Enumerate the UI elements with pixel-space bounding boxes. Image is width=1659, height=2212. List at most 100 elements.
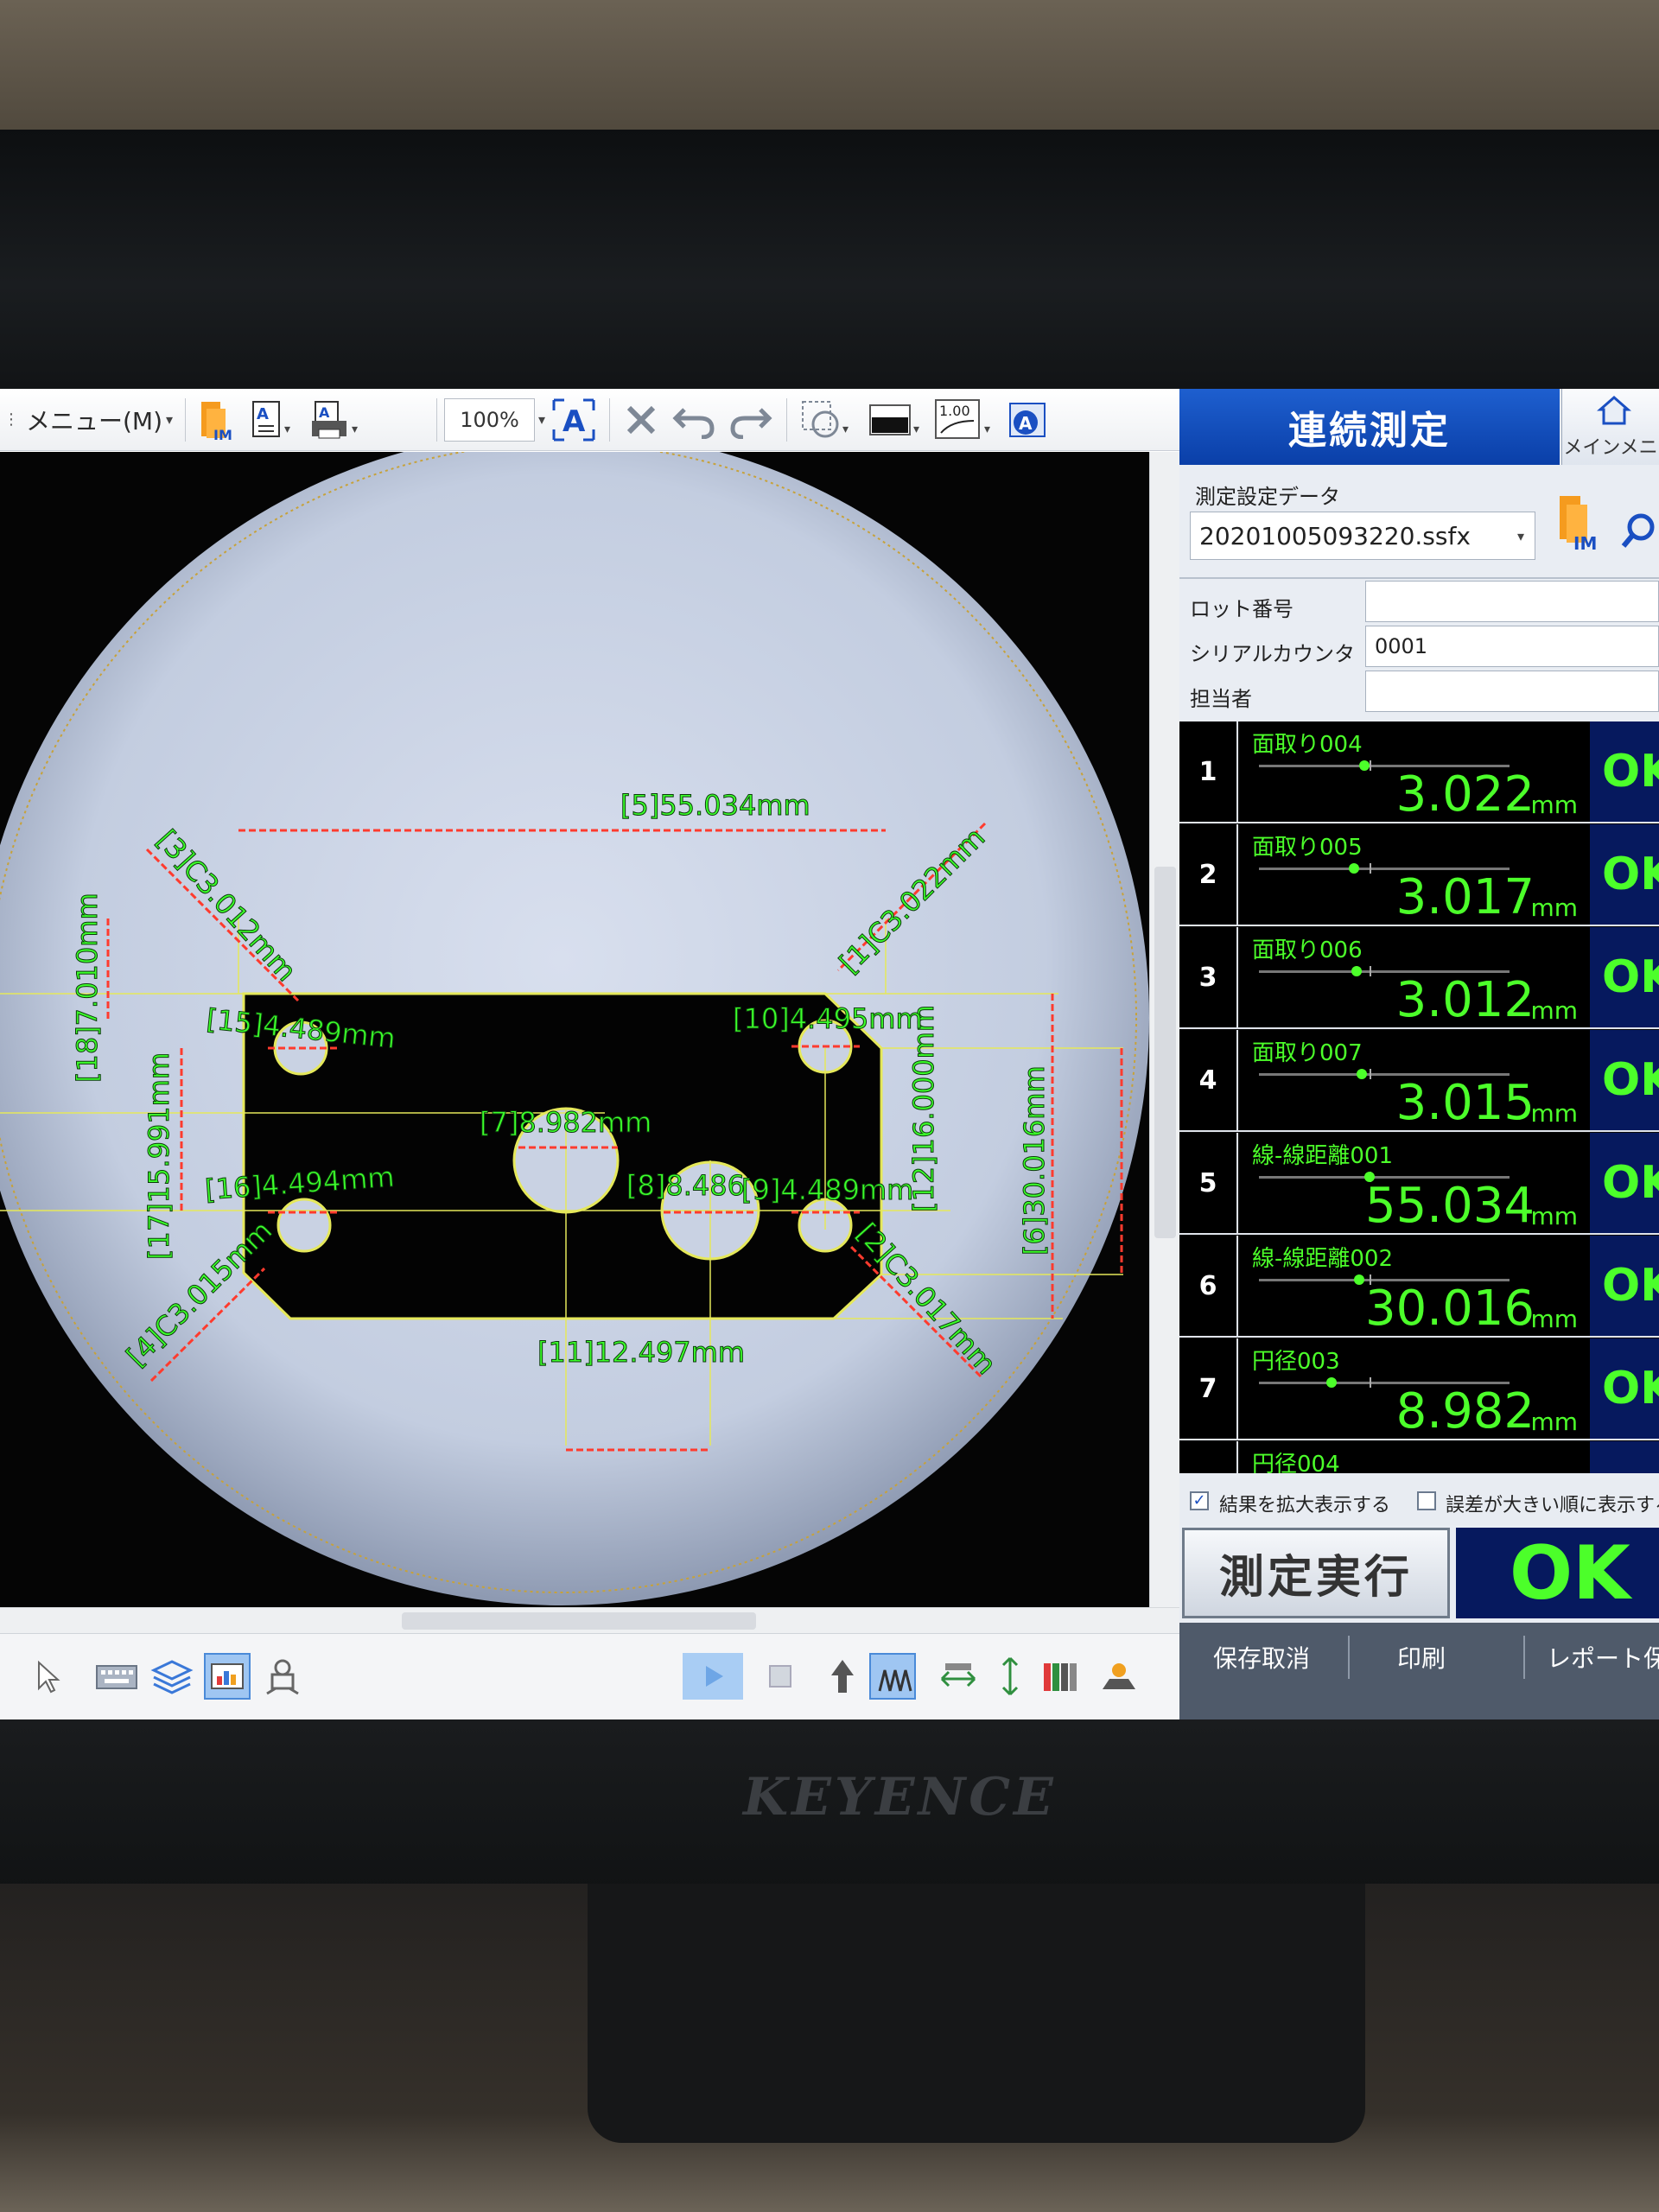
result-name: 面取り004 [1252,732,1363,758]
result-judgement: OK [1590,824,1659,925]
cancel-save-label: 保存取消 [1212,1644,1310,1673]
main-menu-button[interactable]: メインメニ [1561,389,1659,465]
label-18: [18]7.010mm [71,893,104,1083]
run-measurement-button[interactable]: 測定実行 [1182,1528,1450,1618]
chevron-down-icon: ▾ [1516,527,1524,544]
enlarge-results-label: 結果を拡大表示する [1219,1495,1391,1516]
results-list[interactable]: 1 面取り004 3.022 mm OK 2 面取り005 3.017 mm OK 3 面取り006 3… [1179,721,1659,1473]
result-body: 円径004 [1240,1441,1590,1473]
result-name: 円径004 [1252,1452,1340,1473]
result-body: 面取り006 3.012 mm [1240,927,1590,1028]
result-row[interactable]: 3 面取り006 3.012 mm OK [1179,927,1659,1029]
horizontal-scrollbar[interactable] [0,1607,1179,1633]
enlarge-results-checkbox[interactable]: ✓ [1190,1491,1209,1510]
result-value: 3.015 [1395,1075,1535,1131]
zoom-level-field[interactable]: 100% [444,397,536,442]
tool-settings-button[interactable] [259,1653,306,1700]
operator-field[interactable] [1365,671,1659,712]
monitor-bezel-top [0,130,1659,389]
undo-icon [672,407,715,439]
delete-button[interactable] [622,396,660,444]
undo-button[interactable] [671,396,717,444]
menu-button[interactable]: ⋮ メニュー(M) ▾ [3,396,173,444]
result-row[interactable]: 2 面取り005 3.017 mm OK [1179,824,1659,926]
keyboard-button[interactable] [93,1653,140,1700]
image-view-button[interactable] [204,1653,251,1700]
zoom-dropdown-icon[interactable]: ▾ [538,411,545,428]
open-im-button[interactable]: IM [198,396,238,444]
print-button[interactable]: 印刷 [1352,1623,1491,1692]
tolerance-center-tick [1370,1069,1371,1079]
stop-button[interactable] [757,1653,804,1700]
result-row[interactable]: 1 面取り004 3.022 mm OK [1179,721,1659,823]
vertical-scrollbar[interactable] [1149,452,1179,1614]
vertical-measure-button[interactable] [987,1653,1033,1700]
search-settings-button[interactable] [1620,510,1659,556]
vertical-scroll-thumb[interactable] [1154,867,1176,1238]
settings-file-select[interactable]: 20201005093220.ssfx ▾ [1190,512,1535,560]
result-value: 55.034 [1365,1178,1535,1234]
measurement-canvas: [5]55.034mm [12]16.000mm [10]4.495mm [15… [0,452,1162,1614]
overall-result-indicator: OK [1456,1528,1659,1618]
result-name: 面取り007 [1252,1040,1363,1066]
result-body: 線-線距離001 55.034 mm [1240,1133,1590,1234]
pointer-tool-button[interactable] [24,1653,71,1700]
label-17: [17]15.991mm [143,1052,175,1260]
search-icon [1621,513,1655,548]
keyboard-icon [96,1665,137,1689]
serial-counter-field[interactable]: 0001 [1365,626,1659,667]
auto-edge-button[interactable]: A [1007,396,1050,444]
cancel-save-button[interactable]: 保存取消 [1179,1623,1344,1692]
redo-button[interactable] [728,396,774,444]
lighting-button[interactable] [1096,1653,1142,1700]
text-doc-icon: A▾ [252,400,290,437]
edge-up-icon [831,1660,854,1693]
result-number: 1 [1179,721,1238,822]
lot-number-field[interactable] [1365,581,1659,622]
open-settings-button[interactable]: IM [1556,493,1608,556]
horizontal-scroll-thumb[interactable] [402,1612,756,1630]
auto-fit-icon: A [552,398,595,441]
sort-by-error-checkbox[interactable] [1417,1491,1436,1510]
scale-button[interactable]: 1.00 ▾ [934,396,996,444]
delete-x-icon [626,405,656,434]
svg-text:▾: ▾ [352,423,358,436]
result-row[interactable]: 4 面取り007 3.015 mm OK [1179,1030,1659,1132]
result-value: 3.022 [1395,766,1535,823]
label-10: [10]4.495mm [733,1002,923,1035]
result-row[interactable]: 5 線-線距離001 55.034 mm OK [1179,1133,1659,1235]
edge-multi-button[interactable] [869,1653,916,1700]
result-unit: mm [1530,996,1578,1025]
operator-label: 担当者 [1190,687,1252,711]
label-11: [11]12.497mm [537,1336,745,1369]
text-settings-button[interactable]: A ▾ [248,396,300,444]
layers-button[interactable] [149,1653,195,1700]
result-row[interactable]: 7 円径003 8.982 mm OK [1179,1338,1659,1440]
display-color-button[interactable]: ▾ [867,396,924,444]
measure-circle-button[interactable]: ▾ [799,396,856,444]
overall-result-value: OK [1510,1529,1630,1617]
tolerance-marker [1349,863,1359,874]
result-name: 円径003 [1252,1349,1340,1375]
print-settings-button[interactable]: A ▾ [310,396,371,444]
home-icon [1597,396,1631,425]
label-6: [6]30.016mm [1018,1065,1051,1255]
histogram-button[interactable] [1039,1653,1085,1700]
svg-text:▾: ▾ [284,423,290,436]
play-button[interactable] [683,1653,743,1700]
result-row[interactable]: 円径004 [1179,1441,1659,1473]
tolerance-marker [1326,1377,1337,1388]
camera-view[interactable]: [5]55.034mm [12]16.000mm [10]4.495mm [15… [0,452,1162,1614]
cursor-arrow-icon [38,1660,60,1694]
auto-fit-button[interactable]: A [550,396,597,444]
tolerance-marker [1351,966,1362,976]
save-report-button[interactable]: レポート保存 [1529,1623,1659,1692]
label-9: [9]4.489mm [741,1173,913,1206]
result-body: 面取り004 3.022 mm [1240,721,1590,823]
edge-up-button[interactable] [819,1653,866,1700]
svg-text:▾: ▾ [984,423,990,436]
result-row[interactable]: 6 線-線距離002 30.016 mm OK [1179,1236,1659,1338]
horizontal-measure-button[interactable] [935,1653,982,1700]
svg-text:▾: ▾ [913,423,919,436]
result-judgement: OK [1590,1133,1659,1233]
